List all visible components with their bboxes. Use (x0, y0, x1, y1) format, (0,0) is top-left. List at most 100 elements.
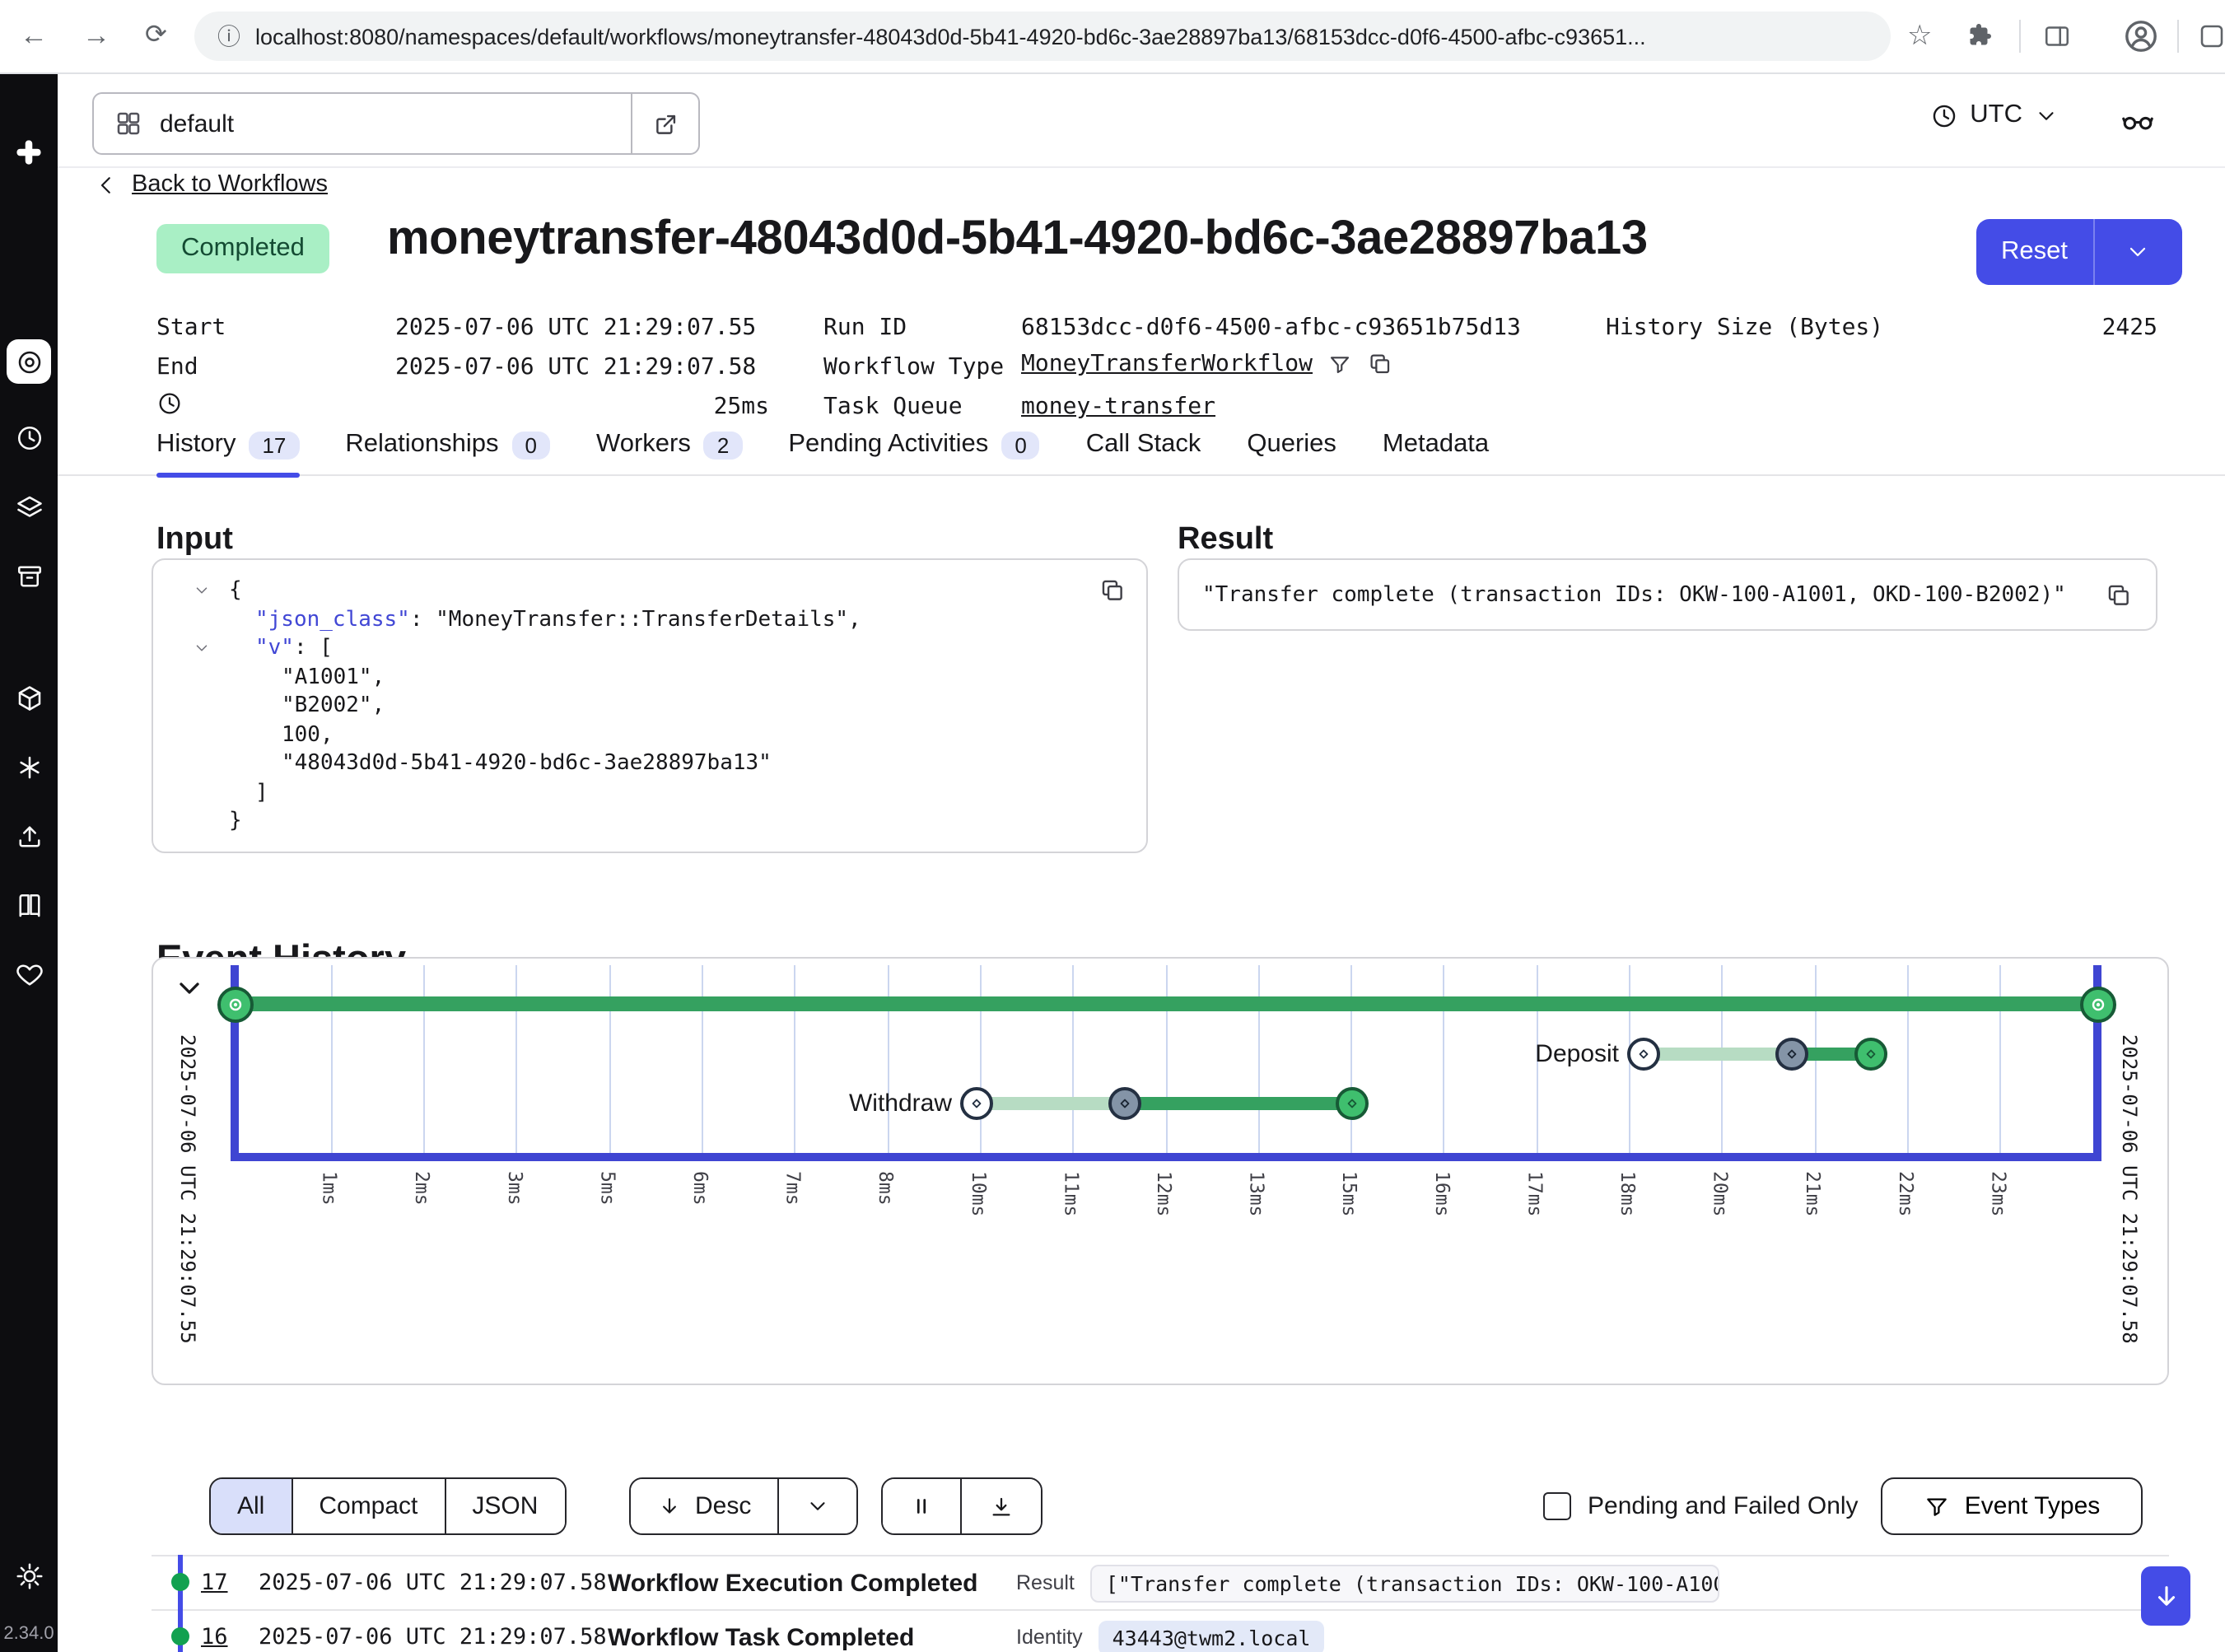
nav-deployments[interactable] (14, 492, 44, 522)
gridline (1999, 965, 2001, 1153)
timeline-start-date: 2025-07-06 UTC 21:29:07.55 (176, 1034, 199, 1344)
event-name: Workflow Execution Completed (608, 1569, 1016, 1597)
reset-button[interactable]: Reset (1976, 219, 2092, 285)
tick-label: 1ms (319, 1171, 342, 1206)
nav-workflows[interactable] (7, 339, 51, 384)
pending-failed-checkbox[interactable] (1543, 1492, 1571, 1520)
deposit-completed-marker[interactable] (1854, 1038, 1887, 1071)
namespace-open-button[interactable] (632, 92, 700, 155)
browser-reload-icon[interactable]: ⟳ (145, 18, 167, 54)
result-value: "Transfer complete (transaction IDs: OKW… (1202, 582, 2066, 607)
start-label: Start (156, 315, 226, 341)
download-button[interactable] (960, 1479, 1041, 1533)
sidebar-nav-secondary (14, 684, 44, 990)
back-to-workflows-link[interactable]: Back to Workflows (94, 171, 328, 198)
gridline (702, 965, 703, 1153)
tick-label: 16ms (1431, 1171, 1454, 1216)
pause-button[interactable] (883, 1479, 960, 1533)
extensions-icon[interactable] (1966, 21, 1996, 51)
withdraw-started-marker[interactable] (1108, 1087, 1141, 1120)
tab-history[interactable]: History17 (156, 427, 299, 463)
view-json-button[interactable]: JSON (444, 1479, 564, 1533)
copy-icon[interactable] (2105, 581, 2133, 609)
input-heading: Input (156, 522, 233, 558)
address-bar[interactable]: ⓘ localhost:8080/namespaces/default/work… (194, 12, 1891, 61)
tab-metadata[interactable]: Metadata (1383, 427, 1489, 463)
tab-pending-activities[interactable]: Pending Activities0 (788, 427, 1039, 463)
json-line: } (153, 807, 1146, 836)
event-row[interactable]: 16 2025-07-06 UTC 21:29:07.58 Workflow T… (152, 1609, 2169, 1652)
timezone-selector[interactable]: UTC (1930, 100, 2059, 130)
copy-icon[interactable] (1367, 351, 1393, 377)
gridline (423, 965, 425, 1153)
cube-icon (14, 684, 44, 713)
json-text: ] (255, 780, 268, 805)
nav-namespaces[interactable] (14, 684, 44, 713)
sort-label: Desc (695, 1492, 751, 1520)
theme-toggle-sun-icon[interactable] (14, 1561, 44, 1591)
task-queue-label: Task Queue (823, 394, 963, 420)
browser-forward-icon[interactable]: → (82, 18, 110, 54)
event-name: Workflow Task Completed (608, 1623, 1016, 1651)
nav-import[interactable] (14, 822, 44, 852)
archive-icon (14, 562, 44, 591)
json-line: ] (153, 778, 1146, 807)
nav-feedback[interactable] (14, 960, 44, 990)
workflow-type-value: MoneyTransferWorkflow (1021, 351, 1393, 377)
workflows-target-icon (14, 347, 44, 376)
scroll-to-bottom-button[interactable] (2141, 1566, 2190, 1626)
labs-glasses-icon[interactable] (2120, 102, 2156, 138)
nav-batch-operations[interactable] (14, 562, 44, 591)
collapse-caret-icon[interactable] (193, 581, 211, 600)
deposit-started-marker[interactable] (1775, 1038, 1808, 1071)
event-types-button[interactable]: Event Types (1881, 1477, 2143, 1535)
withdraw-scheduled-marker[interactable] (960, 1087, 993, 1120)
timeline-collapse-icon[interactable] (173, 972, 206, 1005)
event-attr-value: 43443@twm2.local (1099, 1620, 1324, 1652)
json-text: "A1001", (282, 665, 385, 689)
nav-nexus[interactable] (14, 753, 44, 782)
namespace-topbar: default UTC (58, 74, 2225, 168)
start-value: 2025-07-06 UTC 21:29:07.55 (395, 315, 756, 341)
gridline (1907, 965, 1909, 1153)
event-id-link[interactable]: 17 (201, 1570, 259, 1596)
task-queue-link[interactable]: money-transfer (1021, 394, 1215, 420)
workflow-type-link[interactable]: MoneyTransferWorkflow (1021, 351, 1313, 377)
deposit-scheduled-marker[interactable] (1627, 1038, 1660, 1071)
tick-label: 23ms (1987, 1171, 2010, 1216)
side-panel-icon[interactable] (2042, 21, 2072, 51)
app-version: 2.34.0 (3, 1624, 54, 1644)
event-id-link[interactable]: 16 (201, 1624, 259, 1650)
profile-avatar-icon[interactable] (2121, 16, 2161, 56)
heart-icon (14, 960, 44, 990)
menu-icon[interactable] (2197, 21, 2225, 51)
tick-label: 3ms (504, 1171, 527, 1206)
tab-queries[interactable]: Queries (1247, 427, 1336, 463)
browser-back-icon[interactable]: ← (20, 18, 48, 54)
collapse-caret-icon[interactable] (193, 639, 211, 657)
workflow-start-marker[interactable] (217, 986, 253, 1022)
view-all-button[interactable]: All (211, 1479, 291, 1533)
site-info-icon[interactable]: ⓘ (217, 20, 240, 53)
filter-icon[interactable] (1327, 352, 1352, 376)
event-row[interactable]: 17 2025-07-06 UTC 21:29:07.58 Workflow E… (152, 1555, 2169, 1609)
tab-call-stack[interactable]: Call Stack (1086, 427, 1201, 463)
sidebar-bottom: 2.34.0 (3, 1561, 54, 1652)
run-id-label: Run ID (823, 315, 907, 341)
app-root: 2.34.0 default UTC (0, 74, 2225, 1652)
nav-docs[interactable] (14, 891, 44, 921)
view-compact-button[interactable]: Compact (291, 1479, 444, 1533)
namespace-selector[interactable]: default (92, 92, 632, 155)
sort-desc-button[interactable]: Desc (631, 1479, 777, 1533)
namespace-name: default (160, 110, 234, 138)
withdraw-completed-marker[interactable] (1336, 1087, 1369, 1120)
workflow-end-marker[interactable] (2079, 986, 2115, 1022)
withdraw-scheduled-bar (977, 1097, 1125, 1110)
nav-schedules[interactable] (14, 423, 44, 453)
sort-dropdown-button[interactable] (777, 1479, 856, 1533)
tab-workers[interactable]: Workers2 (596, 427, 742, 463)
gridline (1350, 965, 1352, 1153)
tab-relationships[interactable]: Relationships0 (345, 427, 550, 463)
reset-dropdown-button[interactable] (2092, 219, 2181, 285)
bookmark-star-icon[interactable]: ☆ (1907, 18, 1933, 54)
